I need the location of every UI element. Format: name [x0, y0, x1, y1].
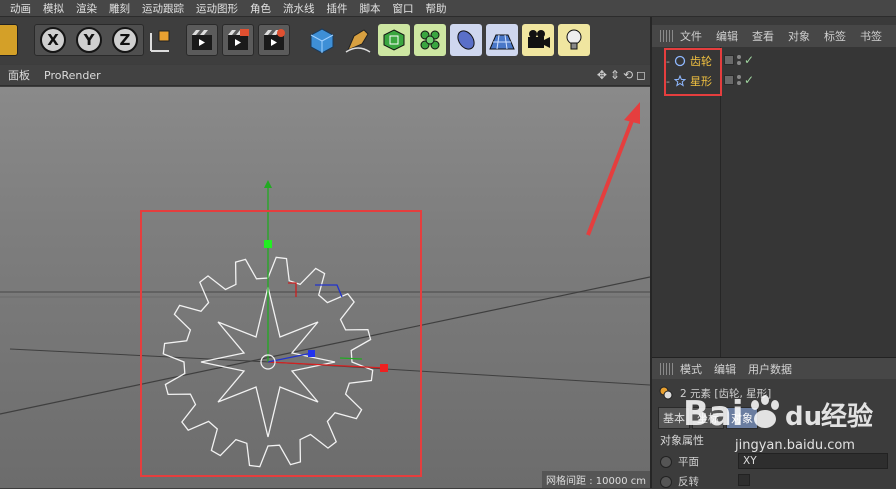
coordinate-system-icon[interactable] — [144, 24, 176, 56]
light-icon[interactable] — [558, 24, 590, 56]
viewport-header: 面板 ProRender ✥ ⇕ ⟲ ◻ — [0, 65, 650, 86]
obj-menu-file[interactable]: 文件 — [680, 28, 702, 44]
subdivision-icon[interactable] — [378, 24, 410, 56]
viewport-scene — [0, 180, 650, 468]
multi-object-icon — [659, 386, 673, 400]
menu-mograph[interactable]: 运动图形 — [196, 1, 238, 16]
viewport[interactable]: 网格间距 : 10000 cm — [0, 87, 650, 488]
menu-pipeline[interactable]: 流水线 — [283, 1, 315, 16]
grip-icon[interactable] — [660, 363, 674, 375]
menu-simulate[interactable]: 模拟 — [43, 1, 64, 16]
menu-script[interactable]: 脚本 — [360, 1, 381, 16]
obj-menu-edit[interactable]: 编辑 — [716, 28, 738, 44]
object-row-gear[interactable]: - 齿轮 ✓ — [652, 50, 896, 70]
grid-spacing-label: 网格间距 : 10000 cm — [542, 471, 650, 488]
object-row-star[interactable]: - 星形 ✓ — [652, 70, 896, 90]
grip-icon[interactable] — [660, 30, 674, 42]
zoom-view-icon[interactable]: ⇕ — [610, 68, 620, 82]
menu-window[interactable]: 窗口 — [393, 1, 414, 16]
object-name-gear[interactable]: - 齿轮 — [666, 53, 712, 69]
render-view-icon[interactable] — [222, 24, 254, 56]
tab-object[interactable]: 对象 — [726, 407, 758, 429]
floor-icon[interactable] — [486, 24, 518, 56]
obj-menu-tags[interactable]: 标签 — [824, 28, 846, 44]
pen-icon[interactable] — [342, 24, 374, 56]
viewport-nav-icons: ✥ ⇕ ⟲ ◻ — [597, 68, 646, 82]
viewport-menu-panel[interactable]: 面板 — [8, 67, 30, 83]
section-title: 对象属性 — [660, 434, 704, 447]
obj-menu-objects[interactable]: 对象 — [788, 28, 810, 44]
layer-icon[interactable] — [724, 55, 734, 65]
attr-menu-edit[interactable]: 编辑 — [714, 361, 736, 377]
cloner-icon[interactable] — [414, 24, 446, 56]
camera-icon[interactable] — [522, 24, 554, 56]
circle-icon — [674, 55, 686, 67]
deformer-icon[interactable] — [450, 24, 482, 56]
toolbar: X Y Z — [0, 17, 650, 64]
visibility-dots-icon[interactable] — [737, 55, 741, 65]
enabled-check-icon[interactable]: ✓ — [744, 73, 754, 87]
object-manager-menu: 文件 编辑 查看 对象 标签 书签 — [652, 25, 896, 47]
object-list: - 齿轮 ✓ - 星形 ✓ — [652, 47, 896, 357]
move-view-icon[interactable]: ✥ — [597, 68, 607, 82]
obj-menu-view[interactable]: 查看 — [752, 28, 774, 44]
tab-basic[interactable]: 基本 — [658, 407, 690, 429]
axis-lock-group: X Y Z — [34, 24, 144, 56]
layer-icon[interactable] — [724, 75, 734, 85]
attribute-body: 2 元素 [齿轮, 星形] 基本 坐标 对象 对象属性 平面 XY 反转 — [652, 379, 896, 488]
reverse-row: 反转 — [660, 474, 699, 489]
plane-row: 平面 — [660, 454, 699, 469]
maximize-view-icon[interactable]: ◻ — [636, 68, 646, 82]
selection-text: 2 元素 [齿轮, 星形] — [680, 387, 772, 400]
axis-y-button[interactable]: Y — [76, 27, 102, 53]
object-flags-star: ✓ — [724, 73, 754, 87]
tab-coordinates[interactable]: 坐标 — [692, 407, 724, 429]
menu-bar: 动画 模拟 渲染 雕刻 运动跟踪 运动图形 角色 流水线 插件 脚本 窗口 帮助 — [0, 0, 896, 17]
render-settings-icon[interactable] — [258, 24, 290, 56]
menu-character[interactable]: 角色 — [250, 1, 271, 16]
selection-info: 2 元素 [齿轮, 星形] — [658, 385, 771, 401]
menu-motion-tracking[interactable]: 运动跟踪 — [142, 1, 184, 16]
attribute-manager-menu: 模式 编辑 用户数据 — [652, 357, 896, 379]
column-separator — [720, 47, 721, 357]
enabled-check-icon[interactable]: ✓ — [744, 53, 754, 67]
menu-animate[interactable]: 动画 — [10, 1, 31, 16]
menu-plugins[interactable]: 插件 — [327, 1, 348, 16]
star-icon — [673, 75, 686, 87]
right-panel: 文件 编辑 查看 对象 标签 书签 - 齿轮 ✓ - 星形 ✓ 模式 编辑 用户… — [652, 17, 896, 488]
rotate-view-icon[interactable]: ⟲ — [623, 68, 633, 82]
object-flags-gear: ✓ — [724, 53, 754, 67]
axis-z-button[interactable]: Z — [112, 27, 138, 53]
object-name-star[interactable]: - 星形 — [666, 73, 712, 89]
menu-sculpt[interactable]: 雕刻 — [109, 1, 130, 16]
cube-icon[interactable] — [306, 24, 338, 56]
attr-menu-userdata[interactable]: 用户数据 — [748, 361, 792, 377]
plane-dropdown[interactable]: XY — [738, 453, 888, 469]
reverse-checkbox[interactable] — [738, 474, 750, 486]
viewport-menu-prorender[interactable]: ProRender — [44, 69, 101, 82]
render-region-icon[interactable] — [186, 24, 218, 56]
visibility-dots-icon[interactable] — [737, 75, 741, 85]
plane-label: 平面 — [678, 456, 699, 468]
menu-render[interactable]: 渲染 — [76, 1, 97, 16]
reverse-radio[interactable] — [660, 475, 672, 488]
attr-menu-mode[interactable]: 模式 — [680, 361, 702, 377]
menu-help[interactable]: 帮助 — [426, 1, 447, 16]
axis-x-button[interactable]: X — [40, 27, 66, 53]
snap-icon[interactable] — [0, 24, 18, 56]
reverse-label: 反转 — [678, 476, 699, 488]
obj-menu-bookmarks[interactable]: 书签 — [860, 28, 882, 44]
plane-radio[interactable] — [660, 455, 672, 468]
attribute-sub-tabs: 基本 坐标 对象 — [658, 407, 758, 429]
